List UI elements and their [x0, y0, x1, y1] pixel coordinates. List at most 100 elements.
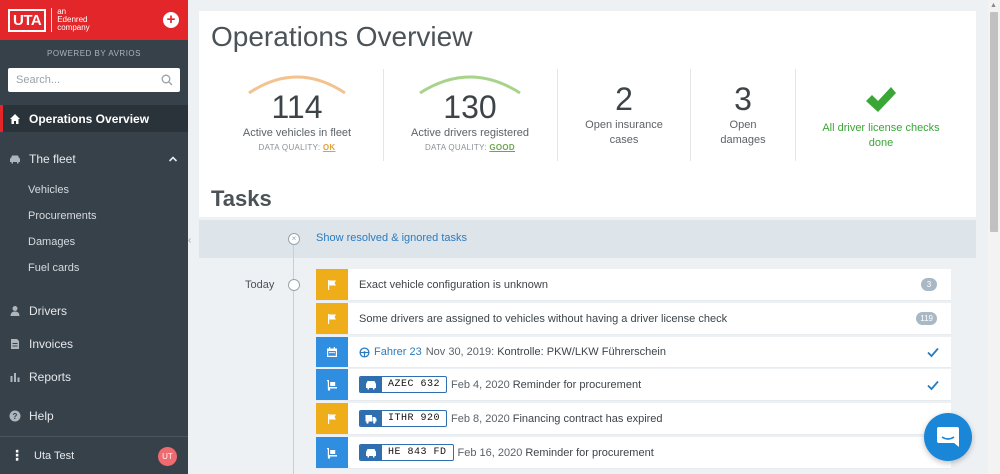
person-icon [10, 306, 20, 316]
task-type-badge [316, 437, 348, 468]
kpi-divider [690, 69, 691, 161]
flag-icon [328, 279, 336, 290]
show-resolved-link[interactable]: Show resolved & ignored tasks [316, 232, 467, 244]
collapse-sidebar-icon[interactable]: ‹ [188, 232, 196, 250]
avatar[interactable]: UT [158, 447, 177, 466]
chevron-up-icon[interactable] [168, 154, 178, 164]
scrollbar[interactable]: ▲ [988, 0, 1000, 474]
damages-label: Open damages [699, 118, 787, 148]
vehicle-type-badge [360, 445, 382, 460]
task-row[interactable]: Some drivers are assigned to vehicles wi… [316, 303, 951, 335]
overview-card: Operations Overview 114 Active vehicles … [199, 11, 976, 217]
label-line: Open [729, 119, 757, 131]
check-icon[interactable] [927, 346, 939, 358]
add-icon[interactable]: + [163, 12, 179, 28]
car-icon [366, 380, 376, 389]
kpi-license-checks[interactable]: All driver license checks done [809, 85, 953, 185]
nav-the-fleet[interactable]: The fleet [0, 150, 188, 168]
search-box [8, 68, 180, 92]
tasks-title: Tasks [211, 186, 272, 211]
bar-chart-icon [10, 373, 20, 382]
search-wrap [0, 66, 188, 94]
driver-link[interactable]: Fahrer 23 [374, 346, 422, 358]
dq-value[interactable]: GOOD [489, 143, 515, 152]
nav-label: The fleet [29, 152, 76, 166]
dq-label: DATA QUALITY: [424, 143, 487, 152]
nav-label: Reports [29, 370, 72, 384]
dolly-icon [327, 447, 337, 459]
home-icon [10, 113, 20, 124]
kpi-divider [795, 69, 796, 161]
nav-fuel-cards[interactable]: Fuel cards [28, 262, 79, 274]
search-input[interactable] [8, 68, 180, 92]
user-menu[interactable]: ⋮ Uta Test UT [0, 436, 188, 474]
nav-procurements[interactable]: Procurements [28, 210, 96, 222]
timeline-today-label: Today [245, 279, 275, 291]
task-date: Feb 4, 2020 [451, 378, 510, 391]
nav-drivers[interactable]: Drivers [0, 302, 188, 320]
task-date: Feb 16, 2020 [457, 446, 523, 459]
insurance-count: 2 [615, 81, 633, 117]
close-circle-icon[interactable]: × [288, 233, 300, 245]
nav-label: Invoices [29, 337, 74, 351]
uta-logo[interactable]: UTA [8, 8, 47, 32]
powered-by: POWERED BY AVRIOS [46, 49, 141, 58]
logo-sub-line: company [57, 23, 90, 32]
license-plate[interactable]: ITHR 920 [359, 410, 448, 427]
label-line: All driver license checks [822, 122, 940, 134]
plate-number: AZEC 632 [388, 379, 441, 390]
kpi-divider [383, 69, 384, 161]
task-row[interactable]: AZEC 632 Feb 4, 2020 Reminder for procur… [316, 369, 951, 401]
task-row[interactable]: Exact vehicle configuration is unknown 3 [316, 269, 951, 301]
kpi-active-drivers[interactable]: 130 Active drivers registered DATA QUALI… [405, 67, 535, 167]
nav-invoices[interactable]: Invoices [0, 335, 188, 353]
scroll-thumb[interactable] [990, 12, 998, 232]
drivers-data-quality: DATA QUALITY: GOOD [405, 143, 535, 152]
license-plate[interactable]: AZEC 632 [359, 376, 448, 393]
svg-text:?: ? [13, 412, 18, 421]
resolved-tasks-bar: Show resolved & ignored tasks [199, 220, 976, 258]
task-row[interactable]: HE 843 FD Feb 16, 2020 Reminder for proc… [316, 437, 951, 469]
task-title: Some drivers are assigned to vehicles wi… [359, 312, 728, 325]
timeline-node [288, 279, 300, 291]
damages-count: 3 [734, 81, 752, 117]
search-icon[interactable] [161, 74, 173, 86]
checkmark-icon [866, 87, 896, 112]
scroll-up-icon[interactable]: ▲ [990, 2, 997, 9]
nav-reports[interactable]: Reports [0, 368, 188, 386]
task-title: Reminder for procurement [512, 378, 642, 391]
kpi-open-damages[interactable]: 3 Open damages [699, 81, 787, 181]
nav-vehicles[interactable]: Vehicles [28, 184, 69, 196]
task-type-badge [316, 403, 348, 434]
kpi-insurance-cases[interactable]: 2 Open insurance cases [571, 81, 677, 181]
nav-label: Drivers [29, 304, 67, 318]
label-line: done [868, 137, 894, 149]
task-row[interactable]: ITHR 920 Feb 8, 2020 Financing contract … [316, 403, 951, 435]
license-plate[interactable]: HE 843 FD [359, 444, 454, 461]
chat-launcher-button[interactable] [924, 413, 972, 461]
kpi-divider [557, 69, 558, 161]
task-type-badge [316, 337, 348, 367]
task-title: Financing contract has expired [512, 412, 663, 425]
nav-help[interactable]: ? Help [0, 407, 188, 425]
steering-wheel-icon [359, 346, 370, 358]
kpi-active-vehicles[interactable]: 114 Active vehicles in fleet DATA QUALIT… [237, 67, 357, 167]
vehicle-type-badge [360, 377, 382, 392]
truck-icon [365, 414, 377, 424]
label-line: cases [609, 134, 639, 146]
check-icon[interactable] [927, 379, 939, 391]
drivers-label: Active drivers registered [411, 127, 529, 139]
plate-number: HE 843 FD [388, 447, 447, 458]
plate-number: ITHR 920 [388, 413, 441, 424]
nav-damages[interactable]: Damages [28, 236, 75, 248]
more-vertical-icon[interactable]: ⋮ [10, 447, 24, 464]
timeline-line [293, 233, 294, 474]
flag-icon [328, 413, 336, 424]
task-row[interactable]: Fahrer 23 Nov 30, 2019: Kontrolle: PKW/L… [316, 337, 951, 368]
dq-value[interactable]: OK [323, 143, 336, 152]
task-date: Feb 8, 2020 [451, 412, 510, 425]
dolly-icon [327, 379, 337, 391]
nav-operations-overview[interactable]: Operations Overview [0, 105, 188, 132]
brand-bar: UTA an Edenred company + [0, 0, 188, 40]
invoice-icon [11, 339, 19, 349]
